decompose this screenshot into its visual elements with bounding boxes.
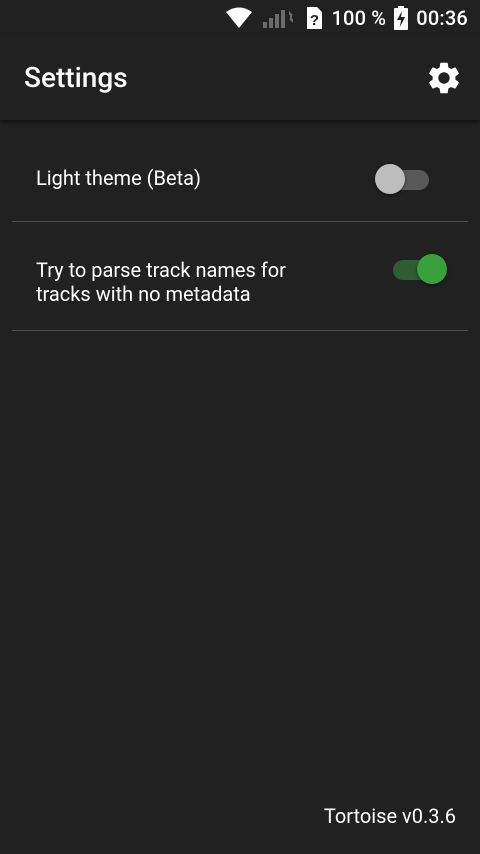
pref-parse-track-names-label: Try to parse track names for tracks with… [36,258,286,306]
toggle-thumb [417,254,447,284]
page-title: Settings [24,61,128,94]
app-version: Tortoise v0.3.6 [323,804,456,828]
pref-light-theme[interactable]: Light theme (Beta) [12,120,468,222]
light-theme-toggle[interactable] [375,160,435,196]
pref-light-theme-label: Light theme (Beta) [36,166,201,190]
status-bar: ? 100 % 00:36 [0,0,480,36]
parse-track-names-toggle[interactable] [387,250,447,286]
battery-percent: 100 % [331,6,387,30]
app-bar: Settings [0,36,480,120]
clock: 00:36 [416,6,468,30]
gear-icon [425,59,463,101]
signal-bars-icon [261,7,297,29]
toggle-thumb [375,164,405,194]
settings-list: Light theme (Beta) Try to parse track na… [0,120,480,854]
unknown-sim-icon: ? [305,6,323,30]
settings-button[interactable] [424,60,464,100]
wifi-icon [225,7,253,29]
battery-charging-icon [394,6,409,30]
status-icons: ? 100 % 00:36 [225,6,468,30]
pref-parse-track-names[interactable]: Try to parse track names for tracks with… [12,222,468,331]
svg-text:?: ? [310,12,319,29]
